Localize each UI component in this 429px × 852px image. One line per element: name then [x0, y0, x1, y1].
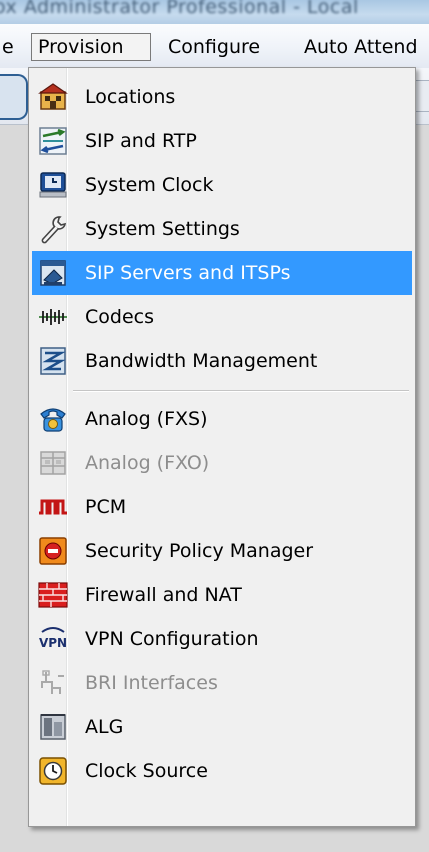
sip-servers-icon — [38, 258, 68, 288]
menu-item-label: Bandwidth Management — [85, 350, 318, 372]
security-icon — [38, 536, 68, 566]
menu-item-label: Locations — [85, 86, 176, 108]
menu-item-label: System Settings — [85, 218, 240, 240]
menu-item-label: Security Policy Manager — [85, 540, 314, 562]
menu-item-system-clock[interactable]: System Clock — [32, 163, 412, 207]
menu-item-label: Analog (FXO) — [85, 452, 210, 474]
menu-item-security-policy-manager[interactable]: Security Policy Manager — [32, 529, 412, 573]
menu-item-label: PCM — [85, 496, 127, 518]
vpn-icon: VPN — [38, 624, 68, 654]
menu-item-alg[interactable]: ALG — [32, 705, 412, 749]
menu-item-sip-servers-and-itsps[interactable]: SIP Servers and ITSPs — [32, 251, 412, 295]
menu-item-label: Clock Source — [85, 760, 208, 782]
sip-rtp-icon — [38, 126, 68, 156]
menu-configure[interactable]: Configure — [162, 33, 266, 61]
menu-item-pcm[interactable]: PCM — [32, 485, 412, 529]
bandwidth-icon — [38, 346, 68, 376]
menu-bar: e Provision Configure Auto Attend — [0, 24, 429, 69]
provision-dropdown-menu: Locations SIP and RTP System Clock Syste… — [28, 67, 416, 827]
menu-item-label: System Clock — [85, 174, 214, 196]
menu-item-label: VPN Configuration — [85, 628, 259, 650]
menu-item-analog-fxs[interactable]: Analog (FXS) — [32, 397, 412, 441]
menu-item-codecs[interactable]: Codecs — [32, 295, 412, 339]
menu-separator — [73, 390, 409, 392]
menu-item-label: SIP and RTP — [85, 130, 197, 152]
menu-item-label: Firewall and NAT — [85, 584, 242, 606]
menu-edit[interactable]: e — [0, 33, 20, 61]
fxo-icon — [38, 448, 68, 478]
menu-item-sip-and-rtp[interactable]: SIP and RTP — [32, 119, 412, 163]
menu-item-clock-source[interactable]: Clock Source — [32, 749, 412, 793]
toolbar-button-icon[interactable] — [0, 74, 28, 120]
menu-item-firewall-and-nat[interactable]: Firewall and NAT — [32, 573, 412, 617]
window-title-bar: ox Administrator Professional - Local — [0, 0, 429, 24]
menu-item-bri-interfaces[interactable]: BRI Interfaces — [32, 661, 412, 705]
firewall-icon — [38, 580, 68, 610]
system-clock-icon — [38, 170, 68, 200]
menu-item-label: ALG — [85, 716, 124, 738]
codecs-icon — [38, 302, 68, 332]
alg-icon — [38, 712, 68, 742]
menu-item-label: Analog (FXS) — [85, 408, 208, 430]
menu-item-locations[interactable]: Locations — [32, 75, 412, 119]
menu-auto-attendant[interactable]: Auto Attend — [298, 33, 424, 61]
menu-item-system-settings[interactable]: System Settings — [32, 207, 412, 251]
menu-provision[interactable]: Provision — [31, 33, 151, 61]
pcm-icon — [38, 492, 68, 522]
svg-text:VPN: VPN — [39, 636, 67, 650]
window-title: ox Administrator Professional - Local — [0, 0, 359, 18]
menu-item-label: Codecs — [85, 306, 154, 328]
menu-item-label: BRI Interfaces — [85, 672, 218, 694]
clock-source-icon — [38, 756, 68, 786]
menu-item-vpn-configuration[interactable]: VPN VPN Configuration — [32, 617, 412, 661]
locations-icon — [38, 82, 68, 112]
phone-icon — [38, 404, 68, 434]
menu-item-label: SIP Servers and ITSPs — [85, 262, 291, 284]
bri-icon — [38, 668, 68, 698]
menu-item-bandwidth-management[interactable]: Bandwidth Management — [32, 339, 412, 383]
wrench-icon — [38, 214, 68, 244]
menu-item-analog-fxo[interactable]: Analog (FXO) — [32, 441, 412, 485]
